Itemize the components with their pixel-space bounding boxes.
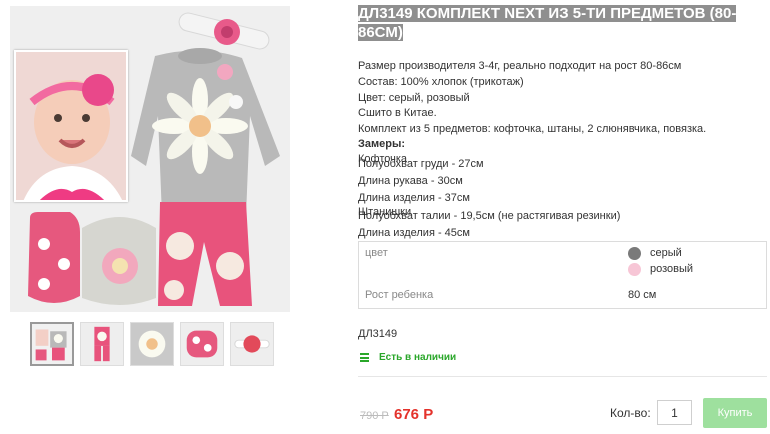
current-price: 676 Р [394, 406, 434, 423]
quantity-input[interactable] [657, 400, 692, 425]
stock-status: Есть в наличии [360, 352, 456, 363]
description-line: Состав: 100% хлопок (трикотаж) [358, 76, 524, 88]
description-line: Цвет: серый, розовый [358, 92, 470, 104]
height-option-value[interactable]: 80 см [628, 289, 656, 301]
thumbnail-1[interactable] [30, 322, 74, 366]
thumbnail-2[interactable] [80, 322, 124, 366]
thumbnail-strip [30, 322, 274, 366]
height-option-label: Рост ребенка [365, 289, 434, 301]
thumbnail-5[interactable] [230, 322, 274, 366]
product-sku: ДЛ3149 [358, 328, 398, 340]
measurement-line: Длина рукава - 30см [358, 175, 463, 187]
list-icon [360, 353, 369, 362]
description-line: Размер производителя 3-4г, реально подхо… [358, 60, 682, 72]
main-product-image[interactable] [10, 6, 290, 312]
buy-button[interactable]: Купить [703, 398, 767, 428]
measurement-line: Длина изделия - 45см [358, 227, 470, 239]
quantity-label: Кол-во: [610, 406, 651, 420]
measurements-heading: Замеры: [358, 138, 406, 150]
thumbnail-3[interactable] [130, 322, 174, 366]
product-title: ДЛ3149 КОМПЛЕКТ NEXT ИЗ 5-ТИ ПРЕДМЕТОВ (… [358, 5, 737, 41]
description-line: Сшито в Китае. [358, 107, 437, 119]
color-swatch-pink[interactable] [628, 263, 641, 276]
measurement-line: Полуобхват талии - 19,5см (не растягивая… [358, 210, 621, 222]
stock-status-label: Есть в наличии [379, 352, 457, 363]
measurement-line: Длина изделия - 37см [358, 192, 470, 204]
color-swatch-gray[interactable] [628, 247, 641, 260]
baby-photo-inset [14, 50, 128, 202]
description-line: Комплект из 5 предметов: кофточка, штаны… [358, 123, 707, 135]
color-option-label: цвет [365, 247, 388, 259]
product-options: цвет серый розовый Рост ребенка 80 см [358, 241, 767, 309]
divider [358, 376, 767, 377]
color-name-gray[interactable]: серый [650, 247, 682, 259]
thumbnail-4[interactable] [180, 322, 224, 366]
baby-illustration [16, 52, 126, 200]
measurement-line: Полуобхват груди - 27см [358, 158, 484, 170]
old-price: 790 Р [360, 410, 389, 422]
color-name-pink[interactable]: розовый [650, 263, 693, 275]
